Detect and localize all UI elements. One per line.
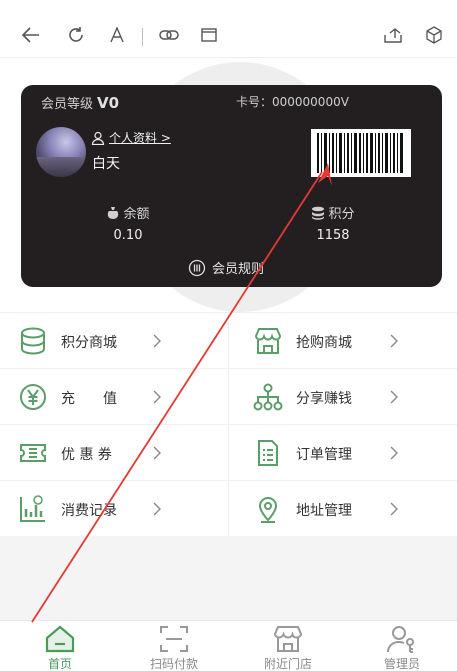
member-level-label: 会员等级: [41, 97, 94, 112]
back-icon[interactable]: [20, 24, 42, 46]
menu-label: 充 值: [61, 391, 117, 407]
share-tree-icon: [253, 383, 283, 411]
menu-item-spending-records[interactable]: 消费记录: [0, 481, 229, 537]
chevron-right-icon: [153, 502, 161, 516]
shop-icon: [254, 328, 282, 354]
avatar[interactable]: [36, 127, 86, 177]
barcode[interactable]: [311, 129, 411, 177]
bottom-tab-bar: 首页 扫码付款 附近门店 管理员: [0, 620, 457, 671]
tab-label: 首页: [47, 657, 72, 671]
username: 白天: [92, 156, 120, 172]
chevron-right-icon: [153, 446, 161, 460]
card-number: 卡号：000000000V: [236, 95, 349, 109]
store-icon: [273, 626, 303, 652]
profile-link[interactable]: 个人资料 >: [91, 129, 171, 146]
chevron-right-icon: [390, 334, 398, 348]
barcode-icon: [317, 133, 403, 173]
chart-icon: [20, 495, 45, 522]
menu-label: 地址管理: [296, 503, 352, 519]
refresh-icon[interactable]: [65, 24, 87, 46]
scan-icon: [160, 626, 188, 652]
empty-area: [0, 536, 457, 620]
balance-label: 余额: [123, 207, 150, 222]
membership-card: 会员等级V0 卡号：000000000V 个人资料 > 白天 余额 0.10: [21, 85, 442, 287]
profile-link-label: 个人资料 >: [109, 131, 171, 145]
tab-label: 管理员: [383, 657, 420, 671]
balance-value: 0.10: [113, 228, 143, 243]
cube-icon[interactable]: [423, 24, 445, 46]
menu-item-recharge[interactable]: 充 值: [0, 369, 229, 425]
menu-item-points-mall[interactable]: 积分商城: [0, 313, 229, 369]
toolbar-divider: [142, 28, 143, 46]
home-icon: [45, 625, 75, 653]
yen-icon: [20, 384, 46, 410]
link-icon[interactable]: [158, 24, 180, 46]
window-icon[interactable]: [198, 24, 220, 46]
member-level-value: V0: [97, 94, 120, 112]
chevron-right-icon: [390, 446, 398, 460]
money-bag-icon: [108, 206, 119, 219]
member-level: 会员等级 V0: [41, 93, 119, 112]
tab-admin[interactable]: 管理员: [345, 621, 457, 671]
menu-label: 抢购商城: [296, 335, 352, 351]
chevron-right-icon: [390, 502, 398, 516]
coins-icon: [312, 206, 325, 220]
tab-scan-pay[interactable]: 扫码付款: [117, 621, 231, 671]
member-rules-link[interactable]: 会员规则: [188, 258, 264, 277]
member-rules-label: 会员规则: [212, 262, 265, 277]
admin-icon: [387, 626, 414, 653]
menu-label: 优 惠 券: [61, 447, 112, 463]
points-value: 1158: [316, 228, 350, 243]
menu-item-coupons[interactable]: 优 惠 券: [0, 425, 229, 481]
coupon-icon: [20, 444, 46, 462]
tab-nearby-stores[interactable]: 附近门店: [231, 621, 345, 671]
tab-home[interactable]: 首页: [3, 621, 117, 671]
chevron-right-icon: [153, 390, 161, 404]
font-icon[interactable]: [106, 24, 128, 46]
points-label: 积分: [328, 207, 355, 222]
order-icon: [258, 440, 278, 466]
menu-label: 分享赚钱: [296, 391, 352, 407]
browser-toolbar: [0, 0, 457, 58]
chevron-right-icon: [390, 390, 398, 404]
points-stat[interactable]: 积分 1158: [283, 203, 383, 243]
share-icon[interactable]: [382, 24, 404, 46]
menu-item-orders[interactable]: 订单管理: [228, 425, 457, 481]
person-icon: [91, 131, 105, 145]
tab-label: 附近门店: [263, 657, 312, 671]
tab-label: 扫码付款: [149, 657, 198, 671]
rules-icon: [188, 259, 206, 276]
menu-label: 消费记录: [61, 503, 117, 519]
menu-item-address[interactable]: 地址管理: [228, 481, 457, 537]
function-menu: 积分商城 抢购商城 充 值 分享赚钱 优 惠 券 订单管理 消费记录 地址管理: [0, 312, 457, 537]
menu-label: 订单管理: [296, 447, 352, 463]
menu-item-share-earn[interactable]: 分享赚钱: [228, 369, 457, 425]
database-icon: [21, 327, 45, 355]
balance-stat[interactable]: 余额 0.10: [78, 203, 178, 243]
location-icon: [258, 497, 278, 523]
menu-label: 积分商城: [61, 335, 117, 351]
chevron-right-icon: [153, 334, 161, 348]
menu-item-flash-sale[interactable]: 抢购商城: [228, 313, 457, 369]
